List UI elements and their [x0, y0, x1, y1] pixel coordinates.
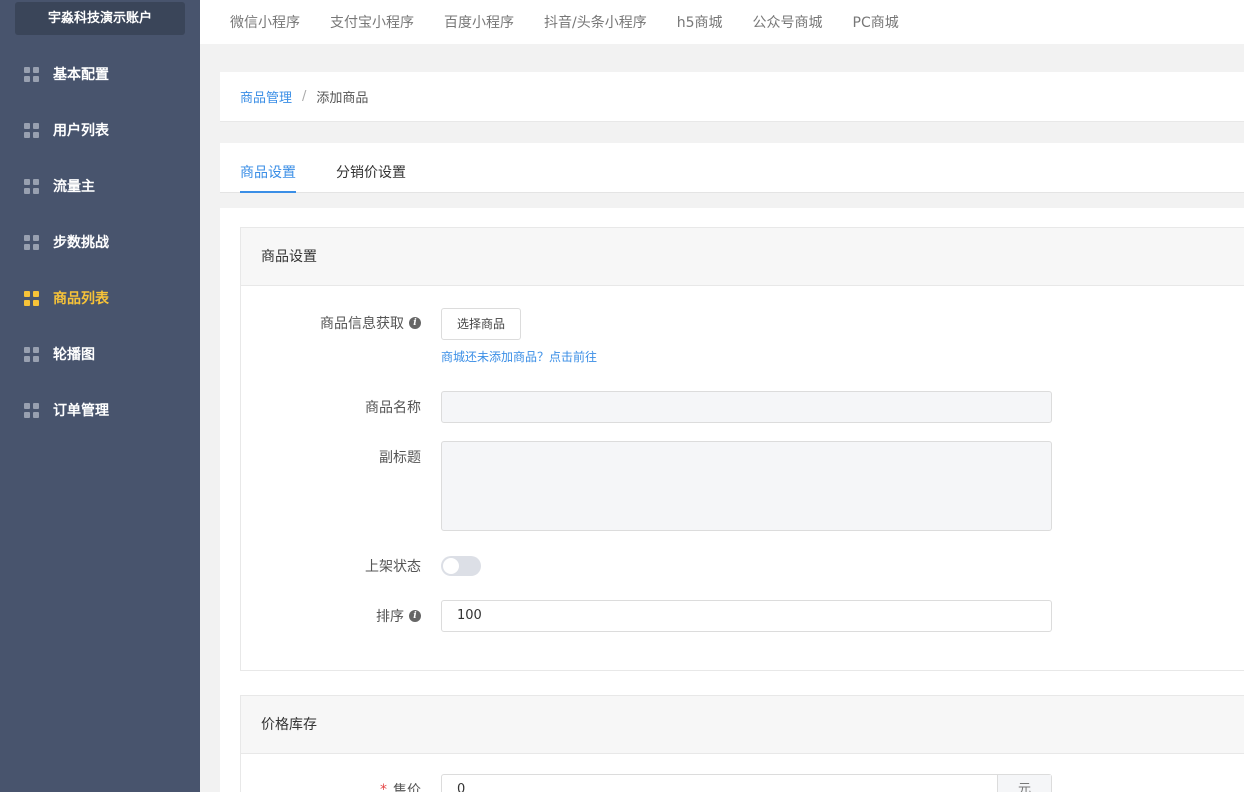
sidebar-item-product-list[interactable]: 商品列表: [0, 270, 200, 326]
sidebar-item-basic-config[interactable]: 基本配置: [0, 46, 200, 102]
breadcrumb-separator: /: [302, 89, 307, 104]
name-label: 商品名称: [365, 400, 421, 416]
sidebar-item-orders[interactable]: 订单管理: [0, 382, 200, 438]
account-name[interactable]: 宇淼科技演示账户: [15, 2, 185, 35]
grid-icon: [24, 234, 39, 250]
toggle-knob: [443, 558, 459, 574]
sidebar-item-user-list[interactable]: 用户列表: [0, 102, 200, 158]
section-title: 价格库存: [241, 696, 1244, 754]
status-label: 上架状态: [365, 559, 421, 575]
top-nav-h5[interactable]: h5商城: [677, 12, 723, 32]
sidebar-item-label: 轮播图: [53, 347, 95, 363]
sidebar-item-label: 订单管理: [53, 403, 109, 419]
grid-icon: [24, 290, 39, 306]
top-nav-pc[interactable]: PC商城: [853, 12, 899, 32]
grid-icon: [24, 122, 39, 138]
section-title: 商品设置: [241, 228, 1244, 286]
sidebar-item-label: 流量主: [53, 179, 95, 195]
price-label: 售价: [393, 783, 421, 792]
top-nav-wechat[interactable]: 微信小程序: [230, 12, 300, 32]
sidebar-item-carousel[interactable]: 轮播图: [0, 326, 200, 382]
top-nav-baidu[interactable]: 百度小程序: [444, 12, 514, 32]
fetch-label: 商品信息获取: [320, 316, 404, 332]
add-product-link[interactable]: 商城还未添加商品？点击前往: [441, 348, 597, 365]
top-nav-alipay[interactable]: 支付宝小程序: [330, 12, 414, 32]
grid-icon: [24, 178, 39, 194]
sidebar-item-label: 商品列表: [53, 291, 109, 307]
listing-status-toggle[interactable]: [441, 556, 481, 576]
product-settings-section: 商品设置 商品信息获取 i 选择商品 商城还未添加商品？点击前往 商品名称 副标…: [240, 227, 1244, 671]
product-name-input[interactable]: [441, 391, 1052, 423]
tab-product-settings[interactable]: 商品设置: [240, 143, 296, 193]
tab-distribution-price[interactable]: 分销价设置: [336, 143, 406, 193]
select-product-button[interactable]: 选择商品: [441, 308, 522, 340]
price-stock-section: 价格库存 * 售价 0 元: [240, 695, 1244, 792]
sidebar-item-label: 步数挑战: [53, 235, 109, 251]
price-input[interactable]: 0 元: [441, 774, 1052, 792]
grid-icon: [24, 66, 39, 82]
breadcrumb: 商品管理 / 添加商品: [220, 72, 1244, 122]
info-icon[interactable]: i: [409, 317, 421, 329]
sidebar: 宇淼科技演示账户 基本配置 用户列表 流量主 步数挑战 商品列表 轮播图 订单管…: [0, 0, 200, 792]
breadcrumb-current: 添加商品: [316, 91, 369, 106]
sidebar-item-step-challenge[interactable]: 步数挑战: [0, 214, 200, 270]
top-nav: 微信小程序 支付宝小程序 百度小程序 抖音/头条小程序 h5商城 公众号商城 P…: [200, 0, 1244, 44]
sort-input[interactable]: 100: [441, 600, 1052, 632]
main-content: 商品设置 商品信息获取 i 选择商品 商城还未添加商品？点击前往 商品名称 副标…: [220, 208, 1244, 792]
status-row: 上架状态: [241, 556, 1241, 576]
grid-icon: [24, 402, 39, 418]
info-icon[interactable]: i: [409, 610, 421, 622]
subtitle-label: 副标题: [379, 450, 421, 466]
top-nav-douyin[interactable]: 抖音/头条小程序: [544, 12, 647, 32]
required-mark: *: [380, 782, 387, 792]
tab-bar: 商品设置 分销价设置: [220, 143, 1244, 193]
price-value: 0: [457, 782, 466, 792]
price-unit: 元: [997, 775, 1051, 792]
grid-icon: [24, 346, 39, 362]
subtitle-textarea[interactable]: [441, 441, 1052, 531]
sidebar-item-label: 用户列表: [53, 123, 109, 139]
sidebar-item-label: 基本配置: [53, 67, 109, 83]
sidebar-item-traffic[interactable]: 流量主: [0, 158, 200, 214]
sort-label: 排序: [376, 609, 404, 625]
top-nav-official-account[interactable]: 公众号商城: [753, 12, 823, 32]
breadcrumb-parent[interactable]: 商品管理: [240, 87, 292, 106]
